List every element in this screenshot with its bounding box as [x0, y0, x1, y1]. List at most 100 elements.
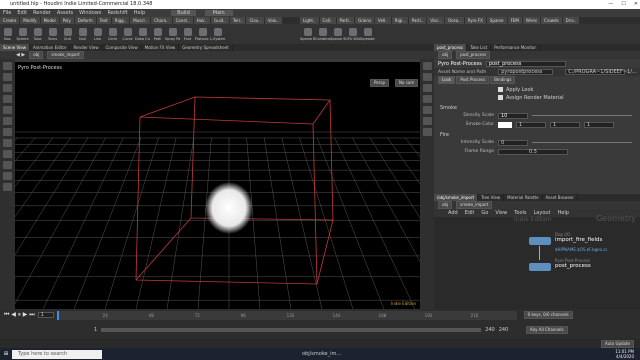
- smoke-color-swatch[interactable]: [498, 121, 512, 128]
- param-path-node[interactable]: post_process: [456, 51, 491, 59]
- network-tab[interactable]: Tree View: [478, 194, 505, 201]
- shelf-tool[interactable]: Grid: [60, 24, 75, 44]
- snap-icon[interactable]: [3, 150, 12, 158]
- net-menu-item[interactable]: View: [495, 210, 507, 216]
- shelf-tool[interactable]: Null: [75, 24, 90, 44]
- shelf-tool[interactable]: Line: [90, 24, 105, 44]
- viewer-tab[interactable]: Composite View: [103, 44, 142, 51]
- grid-snap-icon[interactable]: [3, 161, 12, 169]
- rotate-icon[interactable]: [3, 84, 12, 92]
- close-icon[interactable]: ✕: [634, 0, 638, 9]
- shelf-tab[interactable]: Rigi..: [391, 17, 408, 24]
- shelf-tab[interactable]: Chara..: [151, 17, 172, 24]
- shelf-tab[interactable]: Muscl..: [130, 17, 151, 24]
- shelf-tool[interactable]: L-System: [210, 24, 225, 44]
- persp-menu[interactable]: Persp: [370, 79, 389, 87]
- menu-assets[interactable]: Assets: [57, 10, 73, 16]
- shelf-tab[interactable]: Deform: [74, 17, 96, 24]
- lighting-icon[interactable]: [422, 95, 432, 103]
- timeline-ruler[interactable]: 24 48 72 96 120 144 168 192 216: [56, 310, 517, 320]
- ghost-icon[interactable]: [422, 106, 432, 114]
- points-icon[interactable]: [422, 117, 432, 125]
- shelf-tab[interactable]: Vell..: [375, 17, 391, 24]
- shelf-tab[interactable]: Hair..: [193, 17, 210, 24]
- path-obj[interactable]: obj: [29, 51, 44, 59]
- apply-look-checkbox[interactable]: [498, 87, 503, 92]
- density-slider[interactable]: [532, 115, 632, 116]
- shelf-tool[interactable]: Curve: [120, 24, 135, 44]
- shelf-tab[interactable]: Model: [40, 17, 59, 24]
- move-icon[interactable]: [3, 73, 12, 81]
- play-controls-icon[interactable]: ⏮ ◀ ⏸ ▶ ⏭: [4, 311, 35, 319]
- menu-help[interactable]: Help: [134, 10, 145, 16]
- shelf-tab[interactable]: Const..: [172, 17, 193, 24]
- auto-update-button[interactable]: Auto Update: [600, 339, 634, 348]
- color-g-field[interactable]: 1: [550, 121, 580, 128]
- shading-icon[interactable]: [422, 73, 432, 81]
- shelf-tab[interactable]: Wires: [522, 17, 540, 24]
- shelf-tool[interactable]: Circle: [105, 24, 120, 44]
- shelf-tab[interactable]: Guid..: [211, 17, 229, 24]
- assign-material-checkbox[interactable]: [498, 95, 503, 100]
- shelf-tab[interactable]: Ocea..: [444, 17, 464, 24]
- flame-range-field[interactable]: 0.5: [498, 148, 568, 155]
- shelf-tool[interactable]: Path: [150, 24, 165, 44]
- path-node[interactable]: smoke_import: [47, 51, 84, 59]
- select-icon[interactable]: [3, 62, 12, 70]
- menu-render[interactable]: Render: [33, 10, 51, 16]
- shelf-tool[interactable]: GPU Billowy Smoke: [345, 24, 360, 44]
- taskbar-app[interactable]: obj/smoke_im...: [302, 351, 341, 357]
- pose-icon[interactable]: [3, 117, 12, 125]
- shelf-tab[interactable]: Rigg..: [111, 17, 130, 24]
- viewer-tab[interactable]: Render View: [70, 44, 103, 51]
- viewer-tab[interactable]: Scene View: [0, 44, 30, 51]
- shelf-tab[interactable]: Terr..: [229, 17, 246, 24]
- net-menu-item[interactable]: Edit: [465, 210, 475, 216]
- param-path-obj[interactable]: obj: [438, 51, 453, 59]
- shelf-tool[interactable]: Spray Paint: [165, 24, 180, 44]
- shelf-tab[interactable]: Volu..: [264, 17, 282, 24]
- shelf-tool[interactable]: Combine: [315, 24, 330, 44]
- asset-path-field[interactable]: C:/PROGRA~1/SIDEEF~1/...: [565, 69, 637, 75]
- shelf-tool[interactable]: Box: [0, 24, 15, 44]
- shelf-tool[interactable]: Spreading Fire: [360, 24, 375, 44]
- shelf-tab[interactable]: Visc..: [427, 17, 444, 24]
- shelf-tab[interactable]: Modify: [20, 17, 40, 24]
- asset-field[interactable]: pyropostprocess: [498, 69, 554, 75]
- network-tab[interactable]: Material Palette: [504, 194, 543, 201]
- shelf-tab[interactable]: FEM: [507, 17, 522, 24]
- taskbar-search[interactable]: Type here to search: [12, 349, 102, 359]
- shelf-tool[interactable]: Draw Curve: [135, 24, 150, 44]
- tab-post-process[interactable]: Post Process: [456, 76, 490, 84]
- shelf-tab[interactable]: Sparse: [486, 17, 507, 24]
- net-path-obj[interactable]: obj: [438, 201, 453, 209]
- shelf-tab[interactable]: Parti..: [408, 17, 427, 24]
- intensity-slider[interactable]: [532, 142, 632, 143]
- wireframe-icon[interactable]: [422, 84, 432, 92]
- main-select[interactable]: Main: [204, 10, 233, 16]
- shelf-tab[interactable]: Coll..: [319, 17, 336, 24]
- view-icon[interactable]: [3, 139, 12, 147]
- range-end[interactable]: 240: [485, 327, 495, 333]
- density-field[interactable]: 10: [498, 112, 528, 119]
- shelf-tab[interactable]: Poly: [59, 17, 74, 24]
- menu-windows[interactable]: Windows: [79, 10, 101, 16]
- scale-icon[interactable]: [3, 95, 12, 103]
- shelf-tab[interactable]: Grains: [355, 17, 375, 24]
- viewer-tab[interactable]: Geometry Spreadsheet: [179, 44, 233, 51]
- camera-menu[interactable]: No cam: [395, 79, 419, 87]
- shelf-tool[interactable]: Sparse Smoke: [330, 24, 345, 44]
- menu-redshift[interactable]: Redshift: [107, 10, 127, 16]
- net-menu-item[interactable]: Go: [481, 210, 488, 216]
- tab-look[interactable]: Look: [438, 76, 456, 84]
- scene-viewport[interactable]: Pyro Post-Process Persp No cam Indie Edi…: [15, 62, 420, 309]
- menu-file[interactable]: File: [3, 10, 11, 16]
- shelf-tab[interactable]: Parti..: [336, 17, 355, 24]
- light-icon[interactable]: [3, 183, 12, 191]
- intensity-field[interactable]: 0: [498, 139, 528, 146]
- net-menu-item[interactable]: Add: [448, 210, 458, 216]
- windows-start-icon[interactable]: ⊞: [0, 351, 12, 357]
- net-menu-item[interactable]: Help: [558, 210, 569, 216]
- menu-edit[interactable]: Edit: [17, 10, 27, 16]
- network-tab[interactable]: /obj/smoke_import: [434, 194, 479, 201]
